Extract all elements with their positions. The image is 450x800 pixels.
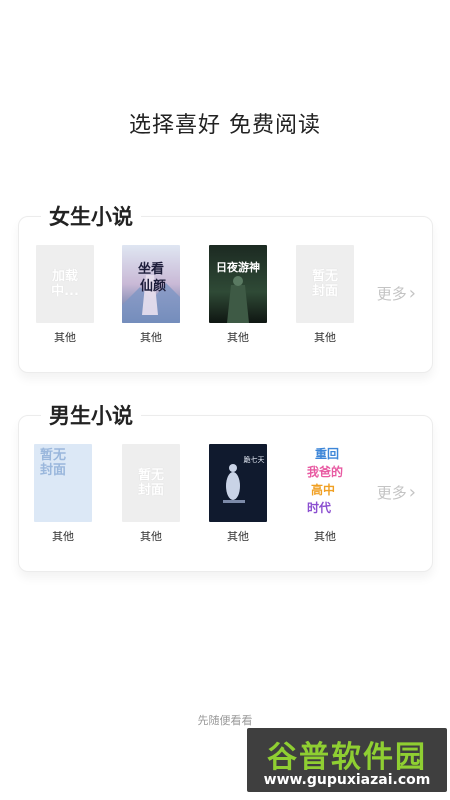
book-label: 其他	[52, 530, 74, 543]
placeholder-text: 封面	[311, 284, 338, 299]
svg-text:坐看: 坐看	[138, 261, 164, 277]
book-cover-placeholder: 加载 中...	[36, 245, 94, 323]
book-label: 其他	[314, 530, 336, 543]
watermark-title: 谷普软件园	[267, 740, 427, 775]
svg-text:重回: 重回	[315, 446, 339, 461]
book-label: 其他	[140, 331, 162, 344]
svg-text:时代: 时代	[307, 500, 331, 515]
book-cover-art: 重回 我爸的 高中 时代	[296, 444, 354, 522]
svg-text:仙颜: 仙颜	[140, 278, 166, 294]
more-label: 更多	[376, 484, 407, 502]
placeholder-text: 暂无	[311, 269, 338, 284]
more-label: 更多	[376, 285, 407, 303]
section-card-male: 男生小说 暂无 封面 其他 暂无 封面 其他 跪七天 其他 重回 我爸的 高中 …	[18, 400, 433, 572]
book-cover: 坐看 仙颜	[122, 245, 180, 323]
book-item[interactable]: 跪七天 其他	[208, 444, 268, 544]
section-title: 女生小说	[41, 201, 141, 231]
watermark-url: www.gupuxiazai.com	[263, 772, 431, 788]
book-cover-art: 坐看 仙颜	[122, 245, 180, 323]
book-cover-placeholder: 暂无 封面	[34, 444, 92, 522]
book-cover-placeholder: 暂无 封面	[122, 444, 180, 522]
book-cover: 重回 我爸的 高中 时代	[296, 444, 354, 522]
book-cover-placeholder: 暂无 封面	[296, 245, 354, 323]
placeholder-text: 封面	[137, 483, 164, 498]
book-item[interactable]: 暂无 封面 其他	[33, 444, 93, 544]
book-label: 其他	[227, 331, 249, 344]
placeholder-text: 封面	[40, 463, 67, 478]
book-item[interactable]: 暂无 封面 其他	[295, 245, 355, 345]
chevron-right-icon: ›	[408, 481, 416, 503]
watermark-logo: 谷普软件园 www.gupuxiazai.com	[247, 728, 447, 792]
book-cover: 日夜游神	[209, 245, 267, 323]
placeholder-text: 加载	[51, 269, 78, 284]
book-item[interactable]: 暂无 封面 其他	[121, 444, 181, 544]
chevron-right-icon: ›	[408, 282, 416, 304]
more-button[interactable]: 更多 ›	[377, 283, 416, 304]
page-title: 选择喜好 免费阅读	[129, 113, 321, 138]
book-cover-art: 日夜游神	[209, 245, 267, 323]
svg-text:日夜游神: 日夜游神	[216, 260, 260, 274]
placeholder-text: 暂无	[40, 448, 67, 463]
placeholder-text: 中...	[51, 284, 79, 299]
svg-text:我爸的: 我爸的	[307, 464, 343, 479]
section-card-female: 女生小说 加载 中... 其他 坐看 仙颜 其他 日夜游神 其他 暂无 封面 其…	[18, 201, 433, 373]
more-button[interactable]: 更多 ›	[377, 482, 416, 503]
book-cover-art: 跪七天	[209, 444, 267, 522]
book-cover: 跪七天	[209, 444, 267, 522]
book-item[interactable]: 日夜游神 其他	[208, 245, 268, 345]
section-title: 男生小说	[41, 400, 141, 430]
book-item[interactable]: 加载 中... 其他	[35, 245, 95, 345]
svg-text:高中: 高中	[311, 482, 335, 497]
book-label: 其他	[54, 331, 76, 344]
book-label: 其他	[314, 331, 336, 344]
book-label: 其他	[227, 530, 249, 543]
book-label: 其他	[140, 530, 162, 543]
book-item[interactable]: 坐看 仙颜 其他	[121, 245, 181, 345]
book-item[interactable]: 重回 我爸的 高中 时代 其他	[295, 444, 355, 544]
skip-link[interactable]: 先随便看看	[0, 712, 450, 728]
svg-text:跪七天: 跪七天	[244, 455, 265, 464]
placeholder-text: 暂无	[137, 468, 164, 483]
